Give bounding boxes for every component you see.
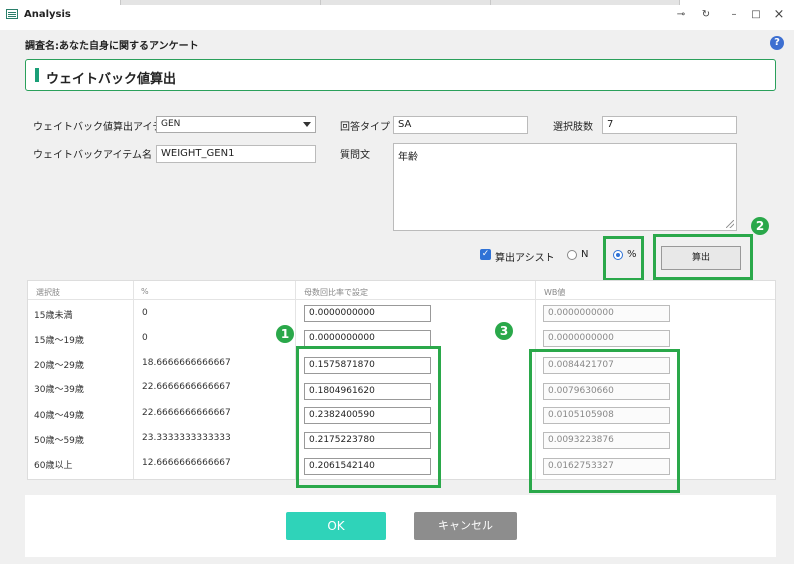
highlight-ratio-column — [296, 346, 441, 488]
ok-button[interactable]: OK — [286, 512, 386, 540]
col-header-choice: 選択肢 — [36, 288, 60, 297]
wb-item-select-value: GEN — [161, 119, 181, 129]
col-header-ratio: 母数回比率で設定 — [304, 288, 368, 297]
radio-n-label: N — [581, 249, 589, 260]
annotation-badge-3: 3 — [495, 322, 513, 340]
row-pct: 22.6666666666667 — [142, 382, 231, 392]
section-header: ウェイトバック値算出 — [25, 59, 776, 91]
ratio-input[interactable]: 0.0000000000 — [304, 330, 431, 347]
wb-item-label: ウェイトバック値算出アイテム — [33, 122, 172, 133]
minimize-button[interactable]: – — [727, 8, 741, 22]
section-title: ウェイトバック値算出 — [46, 72, 177, 87]
help-icon[interactable]: ? — [770, 36, 784, 50]
choices-count-field[interactable]: 7 — [602, 116, 737, 134]
row-pct: 22.6666666666667 — [142, 408, 231, 418]
question-text: 年齢 — [398, 152, 418, 163]
title-bar: Analysis ⊸ ↻ – □ × — [0, 0, 794, 31]
survey-header: 調査名:あなた自身に関するアンケート — [0, 30, 794, 56]
assist-checkbox[interactable]: ✓ — [480, 249, 491, 260]
window-title: Analysis — [24, 9, 71, 20]
row-pct: 23.3333333333333 — [142, 433, 231, 443]
highlight-percent-radio — [603, 236, 644, 281]
section-accent-bar — [35, 68, 39, 82]
highlight-calc-button — [653, 234, 753, 280]
resize-grip-icon[interactable] — [726, 220, 734, 228]
row-choice: 40歳～49歳 — [34, 411, 84, 421]
pin-icon[interactable]: ⊸ — [674, 8, 688, 22]
question-label: 質問文 — [340, 150, 370, 161]
dialog-footer: OK キャンセル — [25, 495, 776, 557]
row-choice: 15歳未満 — [34, 311, 73, 321]
cancel-button[interactable]: キャンセル — [414, 512, 517, 540]
chevron-down-icon — [303, 122, 311, 127]
close-button[interactable]: × — [772, 8, 786, 22]
highlight-wb-column — [529, 349, 680, 493]
annotation-badge-1: 1 — [276, 325, 294, 343]
wb-value: 0.0000000000 — [543, 330, 670, 347]
row-pct: 0 — [142, 333, 148, 343]
annotation-badge-2: 2 — [751, 217, 769, 235]
app-icon — [6, 9, 18, 19]
question-textarea[interactable]: 年齢 — [393, 143, 737, 231]
row-choice: 20歳～29歳 — [34, 361, 84, 371]
row-choice: 50歳～59歳 — [34, 436, 84, 446]
wb-value: 0.0000000000 — [543, 305, 670, 322]
col-header-pct: % — [141, 287, 149, 296]
background-tab-strip — [120, 0, 680, 5]
ratio-input[interactable]: 0.0000000000 — [304, 305, 431, 322]
wb-item-name-label: ウェイトバックアイテム名 — [33, 150, 152, 161]
wb-item-select[interactable]: GEN — [156, 116, 316, 133]
row-choice: 15歳～19歳 — [34, 336, 84, 346]
row-choice: 60歳以上 — [34, 461, 73, 471]
answer-type-field[interactable]: SA — [393, 116, 528, 134]
row-pct: 12.6666666666667 — [142, 458, 231, 468]
survey-name: 調査名:あなた自身に関するアンケート — [25, 41, 199, 52]
refresh-icon[interactable]: ↻ — [699, 8, 713, 22]
row-pct: 0 — [142, 308, 148, 318]
wb-item-name-field[interactable]: WEIGHT_GEN1 — [156, 145, 316, 163]
radio-n[interactable] — [567, 250, 577, 260]
maximize-button[interactable]: □ — [749, 8, 763, 22]
row-pct: 18.6666666666667 — [142, 358, 231, 368]
row-choice: 30歳～39歳 — [34, 385, 84, 395]
col-header-wb: WB値 — [544, 288, 566, 297]
choices-count-label: 選択肢数 — [553, 122, 593, 133]
answer-type-label: 回答タイプ — [340, 122, 390, 133]
assist-label: 算出アシスト — [495, 253, 555, 264]
